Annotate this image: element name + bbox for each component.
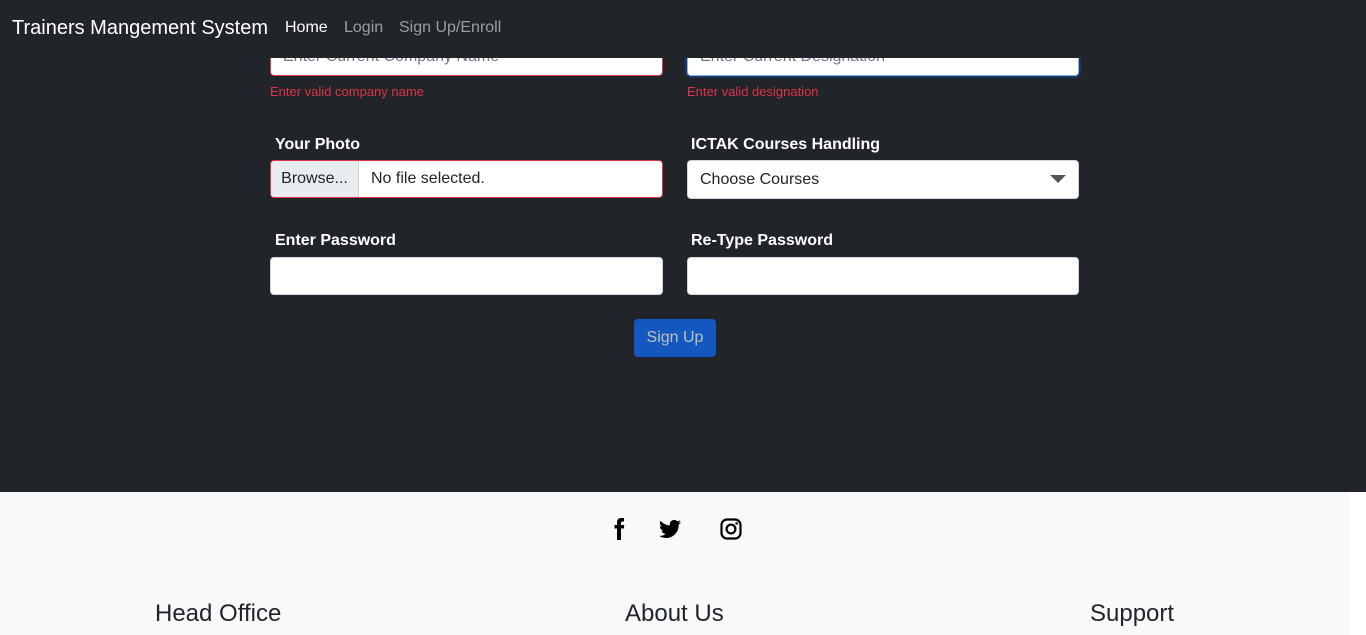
- designation-error: Enter valid designation: [687, 84, 819, 99]
- brand[interactable]: Trainers Mangement System: [12, 17, 268, 40]
- nav-home[interactable]: Home: [285, 19, 328, 37]
- signup-form: Enter Current Company Name Enter valid c…: [0, 0, 1366, 492]
- footer: Head Office About Us Support: [0, 492, 1350, 635]
- password-label: Enter Password: [275, 232, 396, 249]
- page-edge: [1350, 492, 1366, 635]
- instagram-icon[interactable]: [719, 517, 743, 541]
- password-input[interactable]: [270, 257, 663, 295]
- sign-up-button[interactable]: Sign Up: [634, 319, 716, 357]
- browse-button[interactable]: Browse...: [271, 161, 359, 197]
- twitter-icon[interactable]: [658, 517, 682, 541]
- courses-label: ICTAK Courses Handling: [691, 136, 881, 153]
- navbar: Trainers Mangement System Home Login Sig…: [0, 0, 1366, 58]
- file-status: No file selected.: [371, 170, 485, 187]
- nav-signup[interactable]: Sign Up/Enroll: [399, 19, 501, 37]
- photo-label: Your Photo: [275, 136, 361, 153]
- footer-heading-support: Support: [1090, 600, 1175, 627]
- retype-password-input[interactable]: [687, 257, 1079, 295]
- retype-password-label: Re-Type Password: [691, 232, 833, 249]
- courses-select[interactable]: Choose Courses: [687, 160, 1079, 199]
- nav-login[interactable]: Login: [344, 19, 383, 37]
- footer-heading-head-office: Head Office: [155, 600, 282, 627]
- company-name-error: Enter valid company name: [270, 84, 424, 99]
- photo-file-input[interactable]: Browse... No file selected.: [270, 160, 663, 198]
- courses-selected-value: Choose Courses: [700, 170, 820, 188]
- facebook-icon[interactable]: [607, 517, 631, 541]
- footer-heading-about-us: About Us: [625, 600, 724, 627]
- chevron-down-icon: [1050, 175, 1066, 183]
